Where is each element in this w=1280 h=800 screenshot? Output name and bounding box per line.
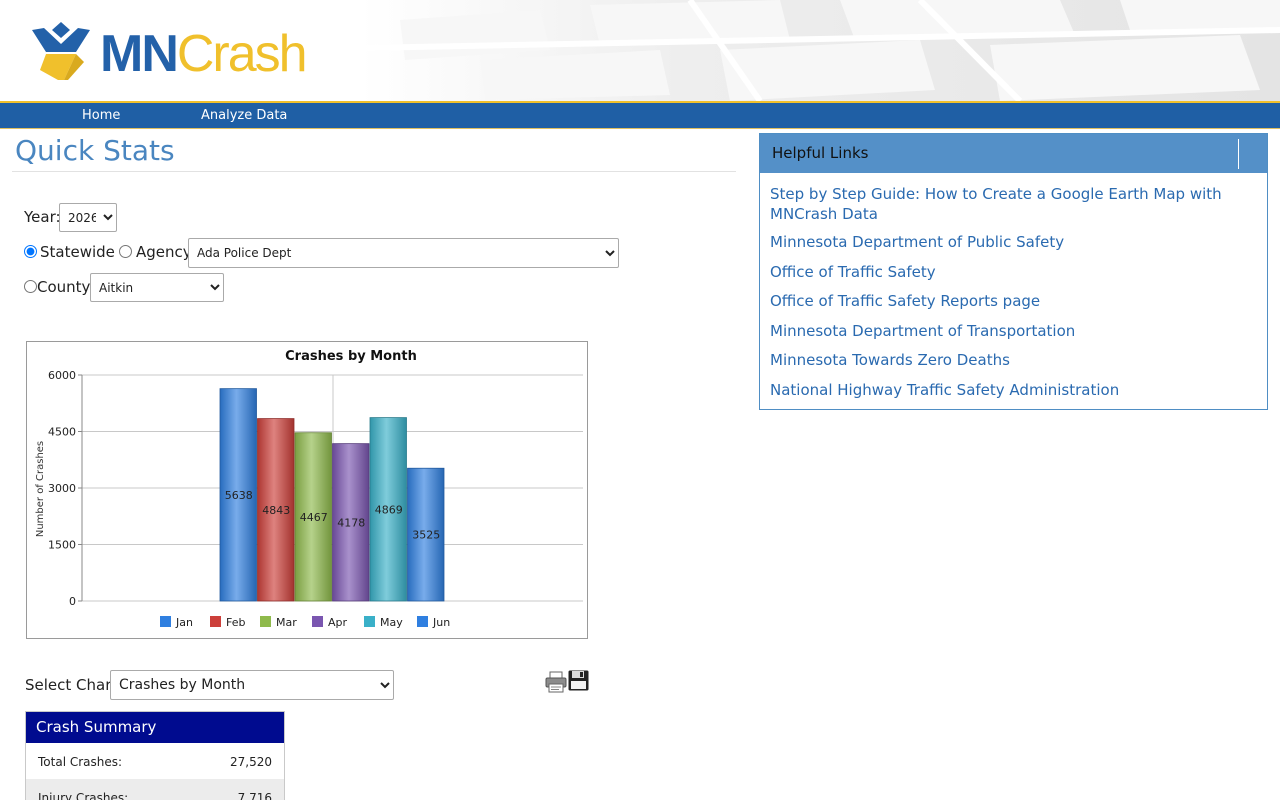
bar-value-jan: 5638 <box>225 489 253 502</box>
legend-swatch-jan <box>160 616 171 627</box>
county-radio[interactable] <box>24 280 37 293</box>
summary-row-total: Total Crashes: 27,520 <box>26 743 284 779</box>
statewide-label: Statewide <box>40 243 115 261</box>
summary-injury-value: 7,716 <box>237 791 272 800</box>
link-tzd[interactable]: Minnesota Towards Zero Deaths <box>770 350 1260 370</box>
agency-radio[interactable] <box>119 245 132 258</box>
bar-value-may: 4869 <box>375 503 403 516</box>
chart-y-axis-label: Number of Crashes <box>35 441 46 537</box>
link-nhtsa[interactable]: National Highway Traffic Safety Administ… <box>770 380 1260 400</box>
legend-swatch-mar <box>260 616 271 627</box>
printer-icon[interactable] <box>545 671 567 693</box>
header-background-graphic <box>360 0 1280 101</box>
legend-label-may: May <box>380 616 403 629</box>
year-label: Year: <box>24 208 61 226</box>
chart-title: Crashes by Month <box>285 349 417 364</box>
y-tick-label-2: 3000 <box>48 482 76 495</box>
y-tick-label-0: 0 <box>69 595 76 608</box>
legend-swatch-may <box>364 616 375 627</box>
brand-part-crash: Crash <box>176 25 308 83</box>
summary-injury-label: Injury Crashes: <box>38 791 129 800</box>
bar-value-mar: 4467 <box>300 511 328 524</box>
page-title: Quick Stats <box>15 134 175 167</box>
nav-analyze-data[interactable]: Analyze Data <box>201 103 287 129</box>
brand-part-mn: MN <box>100 25 179 83</box>
header-separator <box>1238 139 1239 169</box>
crash-summary-title: Crash Summary <box>26 712 284 743</box>
bar-value-jun: 3525 <box>412 529 440 542</box>
summary-total-value: 27,520 <box>230 755 272 769</box>
legend-label-feb: Feb <box>226 616 245 629</box>
helpful-links-panel: Helpful Links Step by Step Guide: How to… <box>759 133 1268 410</box>
legend-swatch-feb <box>210 616 221 627</box>
helpful-links-header: Helpful Links <box>760 134 1267 173</box>
legend-label-mar: Mar <box>276 616 297 629</box>
y-tick-label-1: 1500 <box>48 539 76 552</box>
legend-swatch-apr <box>312 616 323 627</box>
floppy-disk-icon[interactable] <box>568 670 589 691</box>
select-chart-label: Select Chart: <box>25 676 123 694</box>
legend-label-jan: Jan <box>175 616 193 629</box>
brand-logo-text[interactable]: MNCrash <box>100 24 308 84</box>
summary-row-injury: Injury Crashes: 7,716 <box>26 779 284 800</box>
link-mndot[interactable]: Minnesota Department of Transportation <box>770 321 1260 341</box>
site-header: MNCrash <box>0 0 1280 101</box>
title-divider <box>12 171 736 172</box>
link-google-earth-guide[interactable]: Step by Step Guide: How to Create a Goog… <box>770 184 1260 224</box>
agency-label: Agency <box>136 243 192 261</box>
crash-summary-panel: Crash Summary Total Crashes: 27,520 Inju… <box>25 711 285 800</box>
legend-swatch-jun <box>417 616 428 627</box>
bar-value-apr: 4178 <box>337 516 365 529</box>
bar-value-feb: 4843 <box>262 504 290 517</box>
y-tick-label-3: 4500 <box>48 426 76 439</box>
link-ots[interactable]: Office of Traffic Safety <box>770 262 1260 282</box>
nav-home[interactable]: Home <box>82 103 120 129</box>
county-select[interactable]: Aitkin <box>90 273 224 302</box>
chart-canvas: Crashes by Month Number of Crashes 0 1500… <box>35 349 583 629</box>
county-label: County: <box>37 278 95 296</box>
legend-label-jun: Jun <box>432 616 450 629</box>
crashes-chart: Crashes by Month Number of Crashes 0 1500… <box>26 341 588 639</box>
legend-label-apr: Apr <box>328 616 348 629</box>
year-select[interactable]: 2026 <box>59 203 117 232</box>
agency-select[interactable]: Ada Police Dept <box>188 238 619 268</box>
y-tick-label-4: 6000 <box>48 369 76 382</box>
helpful-links-title: Helpful Links <box>772 144 869 162</box>
statewide-radio[interactable] <box>24 245 37 258</box>
summary-total-label: Total Crashes: <box>38 755 123 769</box>
chart-legend: Jan Feb Mar Apr May Jun <box>160 616 450 629</box>
chart-y-ticks: 0 1500 3000 4500 6000 <box>48 369 82 608</box>
main-nav: Home Analyze Data <box>0 101 1280 129</box>
link-dps[interactable]: Minnesota Department of Public Safety <box>770 232 1260 252</box>
chart-type-select[interactable]: Crashes by Month <box>110 670 394 700</box>
mncrash-logo-mark-icon[interactable] <box>30 22 92 82</box>
chart-bars: 5638 4843 4467 4178 4869 3525 <box>219 388 445 602</box>
link-ots-reports[interactable]: Office of Traffic Safety Reports page <box>770 291 1260 311</box>
